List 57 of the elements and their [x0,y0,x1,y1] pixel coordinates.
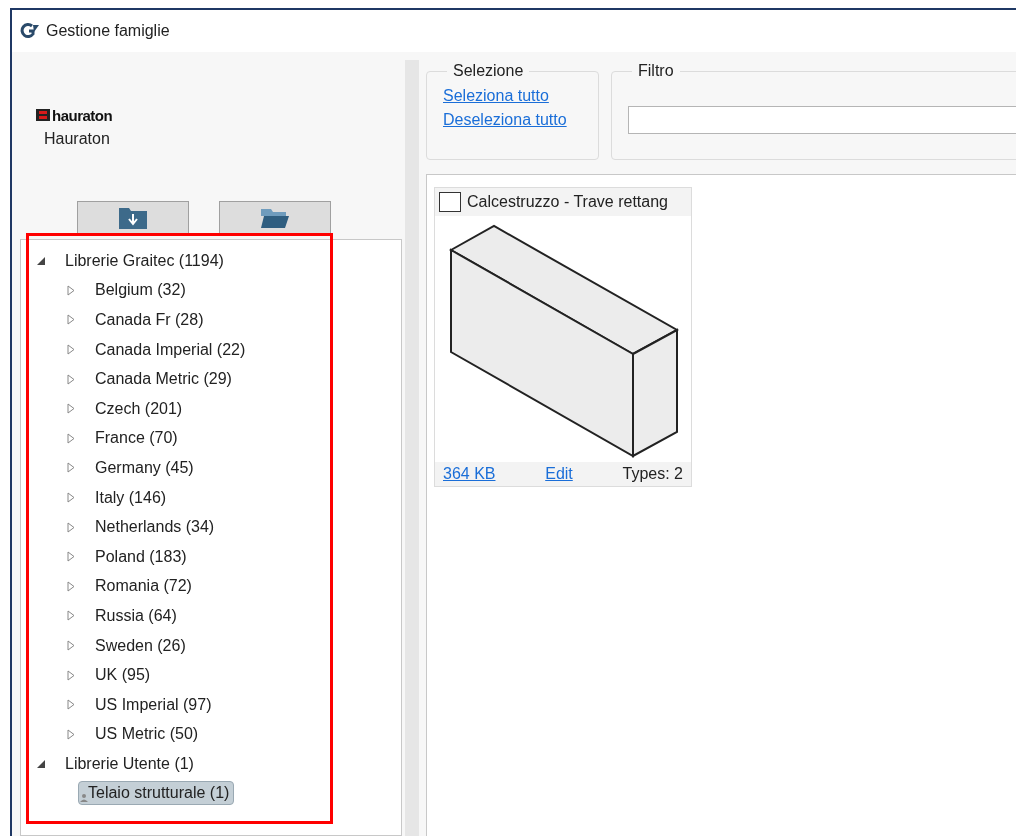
tree-item[interactable]: UK (95) [90,663,156,688]
collapse-arrow-icon[interactable] [36,255,46,266]
folder-download-icon [118,206,148,230]
tree-item[interactable]: Netherlands (34) [90,515,220,540]
select-link[interactable]: Deseleziona tutto [443,108,582,132]
tree-item[interactable]: Romania (72) [90,574,197,599]
card-checkbox[interactable] [439,192,461,212]
app-logo-icon [20,23,40,39]
select-link[interactable]: Seleziona tutto [443,84,582,108]
group-title: Filtro [637,62,675,80]
expand-arrow-icon[interactable] [67,492,75,504]
group-title: Selezione [452,62,525,80]
expand-arrow-icon[interactable] [67,640,75,651]
tree-item[interactable]: Sweden (26) [90,633,191,658]
tree-item[interactable]: US Imperial (97) [90,692,217,717]
expand-arrow-icon[interactable] [67,669,75,681]
folder-icon [260,206,290,230]
tree-item[interactable]: Poland (183) [90,544,192,569]
types-count: Types: 2 [622,465,683,483]
edit-link[interactable]: Edit [545,465,573,483]
tree-item[interactable]: Librerie Utente (1) [60,751,199,776]
filter-field[interactable] [628,106,1016,134]
tree-item[interactable]: Telaio strutturale (1) [78,781,235,806]
expand-arrow-icon[interactable] [67,699,75,711]
tree-item[interactable]: Canada Metric (29) [90,367,237,392]
expand-arrow-icon[interactable] [67,580,75,592]
expand-arrow-icon[interactable] [67,373,75,385]
expand-arrow-icon[interactable] [67,521,75,533]
tree-item[interactable]: Italy (146) [90,485,172,510]
expand-arrow-icon[interactable] [67,728,75,740]
file-size-link[interactable]: 364 KB [443,465,496,483]
tree-item[interactable]: Canada Imperial (22) [90,337,251,362]
tree-item[interactable]: Librerie Graitec (1194) [60,248,229,273]
expand-arrow-icon[interactable] [67,314,75,326]
tree-item[interactable]: US Metric (50) [90,722,204,747]
expand-arrow-icon[interactable] [67,432,75,444]
tree-item[interactable]: Russia (64) [90,603,182,628]
logo-text: hauraton [52,106,113,124]
open-folder-button[interactable] [219,201,331,235]
expand-arrow-icon[interactable] [67,610,75,622]
tree-item[interactable]: Canada Fr (28) [90,308,209,332]
expand-arrow-icon[interactable] [67,403,75,415]
tree-item[interactable]: Czech (201) [90,396,188,421]
expand-arrow-icon[interactable] [67,551,75,563]
import-button[interactable] [77,201,189,235]
logo-mark-icon [36,109,50,121]
family-card[interactable]: Calcestruzzo - Trave rettang 364 KB Edit Types: 2 [434,187,692,487]
tree-item[interactable]: France (70) [90,426,183,451]
expand-arrow-icon[interactable] [67,462,75,474]
tree-item[interactable]: Germany (45) [90,455,199,480]
card-title: Calcestruzzo - Trave rettang [467,193,668,211]
expand-arrow-icon[interactable] [67,344,75,356]
tree-item[interactable]: Belgium (32) [90,278,191,303]
collapse-arrow-icon[interactable] [36,758,46,769]
window-title: Gestione famiglie [46,22,170,40]
expand-arrow-icon[interactable] [67,284,75,296]
brand-name: Hauraton [43,129,111,148]
